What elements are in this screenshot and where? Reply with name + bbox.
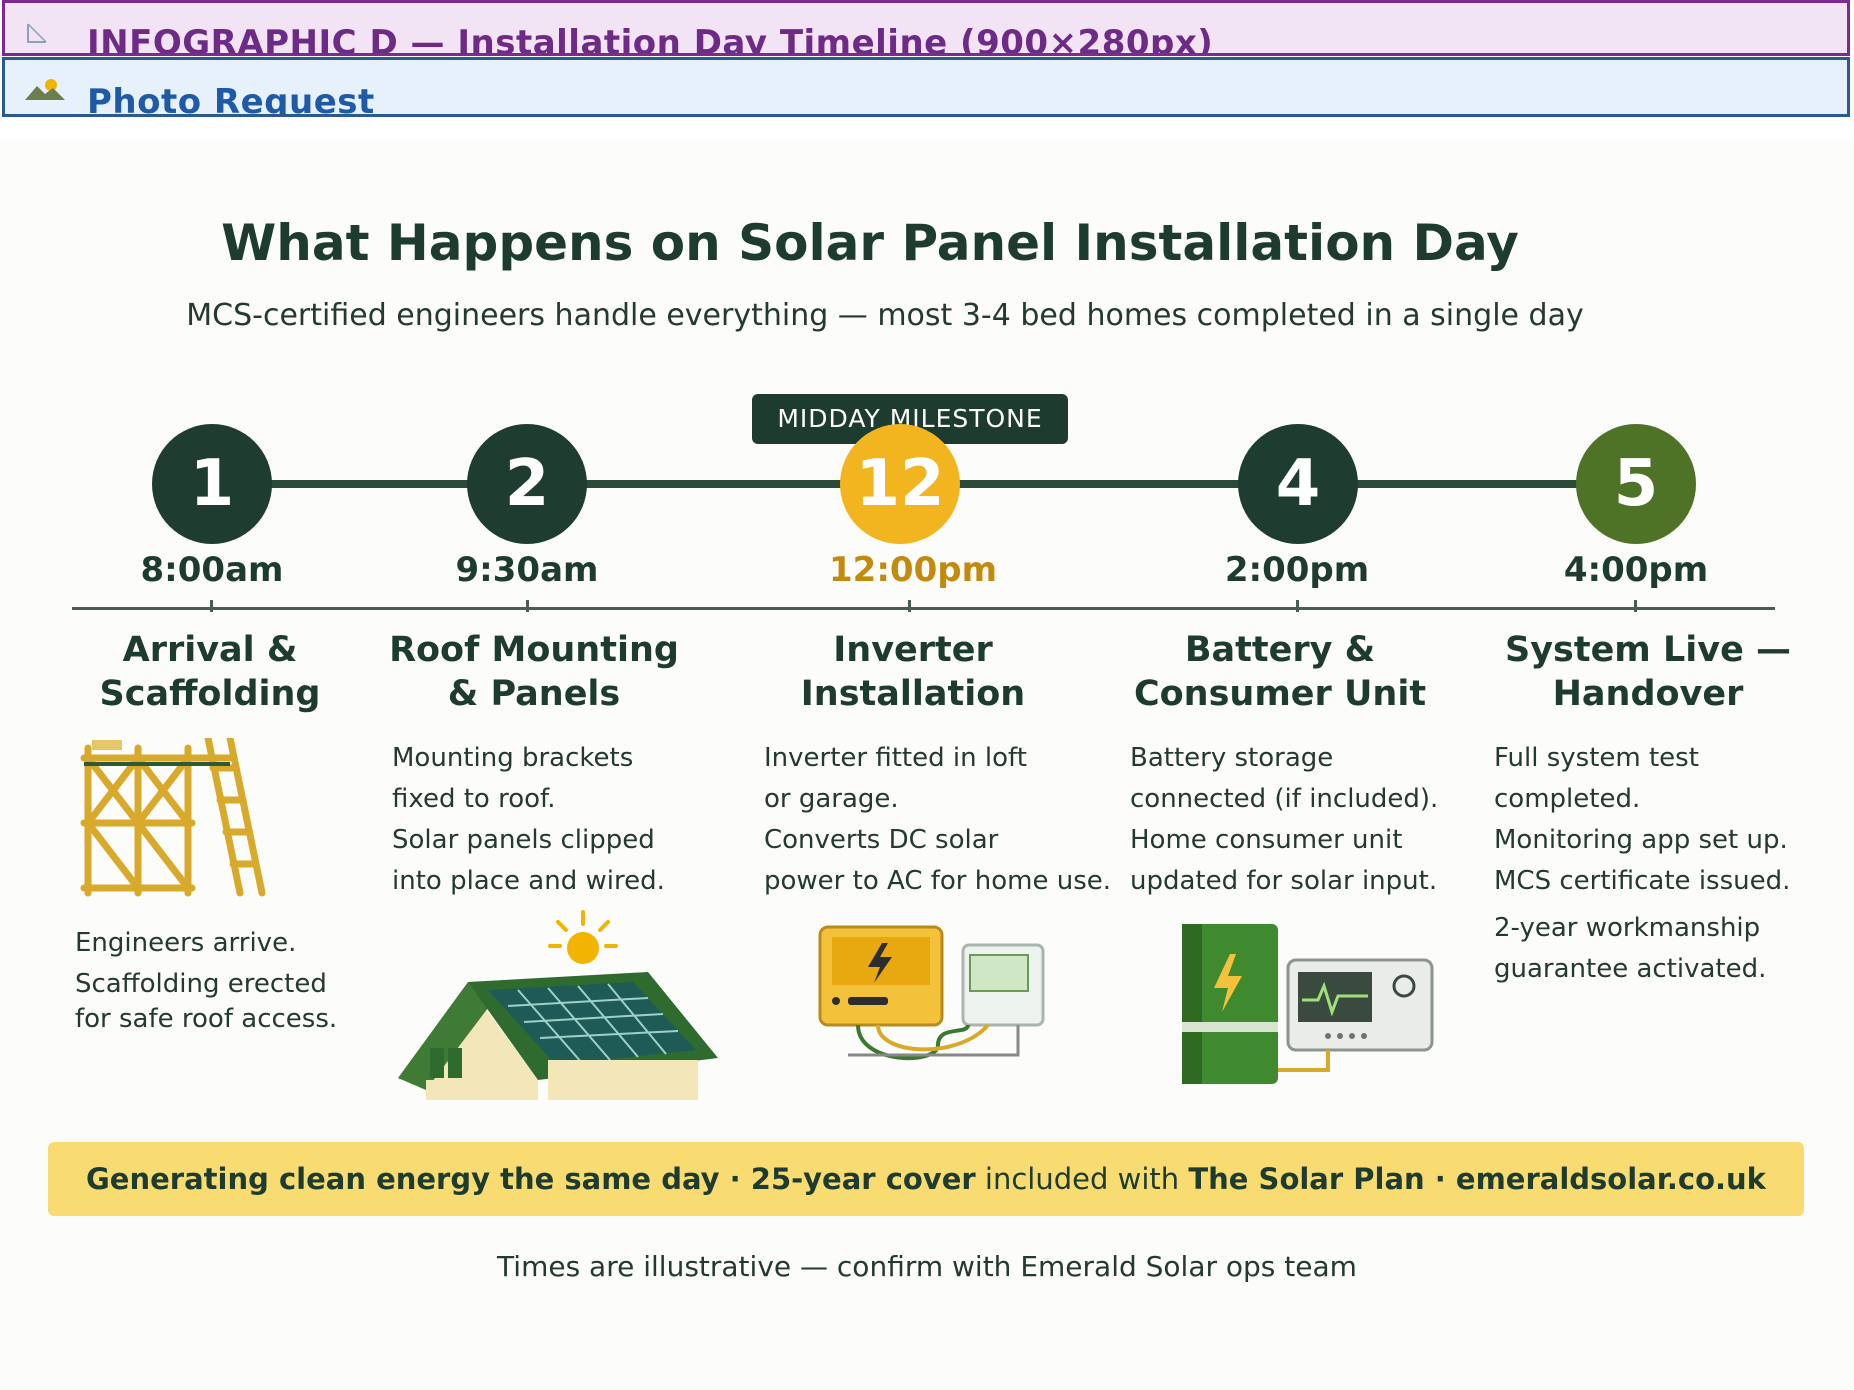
inverter-illustration	[818, 925, 1045, 1061]
step-4-number: 4	[1238, 424, 1358, 544]
broken-image-icon	[27, 23, 47, 43]
step-2-number: 2	[467, 424, 587, 544]
axis-tick	[1634, 600, 1637, 612]
banner-text-4: The Solar Plan	[1188, 1162, 1425, 1196]
infographic-title: What Happens on Solar Panel Installation…	[221, 214, 1519, 272]
step-1-heading: Arrival & Scaffolding	[99, 630, 321, 714]
step-5-description: Full system test completed. Monitoring a…	[1494, 743, 1791, 984]
step-3-heading: Inverter Installation	[800, 630, 1026, 714]
step-3-description: Inverter fitted in loft or garage. Conve…	[764, 743, 1112, 896]
axis-tick	[210, 600, 213, 612]
step-2-time: 9:30am	[455, 550, 599, 590]
banner-text-1: Generating clean energy the same day	[86, 1162, 720, 1196]
infographic-placeholder-bar: INFOGRAPHIC D — Installation Day Timelin…	[2, 0, 1850, 56]
infographic-placeholder-label: INFOGRAPHIC D — Installation Day Timelin…	[87, 23, 1214, 56]
timeline-axis	[72, 607, 1775, 610]
banner-link: emeraldsolar.co.uk	[1455, 1162, 1766, 1196]
infographic: What Happens on Solar Panel Installation…	[0, 140, 1854, 1390]
scaffolding-illustration	[80, 738, 266, 897]
banner-text-2: 25-year cover	[750, 1162, 976, 1196]
step-3-number: 12	[840, 424, 960, 544]
photo-request-bar: Photo Request	[2, 57, 1850, 117]
step-5-number: 5	[1576, 424, 1696, 544]
photo-icon	[25, 79, 65, 100]
step-4-heading: Battery & Consumer Unit	[1133, 630, 1427, 714]
banner-separator: ·	[719, 1162, 751, 1196]
step-3-time: 12:00pm	[829, 550, 997, 590]
step-1-number: 1	[152, 424, 272, 544]
step-2-description: Mounting brackets fixed to roof. Solar p…	[392, 743, 665, 896]
step-1-description: Engineers arrive. Scaffolding erected fo…	[75, 928, 338, 1034]
infographic-subtitle: MCS-certified engineers handle everythin…	[186, 298, 1584, 333]
photo-request-label: Photo Request	[87, 82, 375, 117]
step-1-time: 8:00am	[140, 550, 284, 590]
step-4-description: Battery storage connected (if included).…	[1130, 743, 1439, 896]
axis-tick	[1296, 600, 1299, 612]
banner-separator: ·	[1424, 1162, 1456, 1196]
axis-tick	[526, 600, 529, 612]
axis-tick	[908, 600, 911, 612]
banner-text-3: included with	[975, 1162, 1189, 1196]
footnote: Times are illustrative — confirm with Em…	[497, 1250, 1357, 1283]
step-5-time: 4:00pm	[1563, 550, 1709, 590]
step-2-heading: Roof Mounting & Panels	[389, 630, 679, 714]
battery-illustration	[1182, 924, 1434, 1084]
house-solar-illustration	[398, 910, 718, 1100]
step-4-time: 2:00pm	[1224, 550, 1370, 590]
step-5-heading: System Live — Handover	[1504, 630, 1791, 714]
promo-banner: Generating clean energy the same day · 2…	[48, 1142, 1804, 1216]
